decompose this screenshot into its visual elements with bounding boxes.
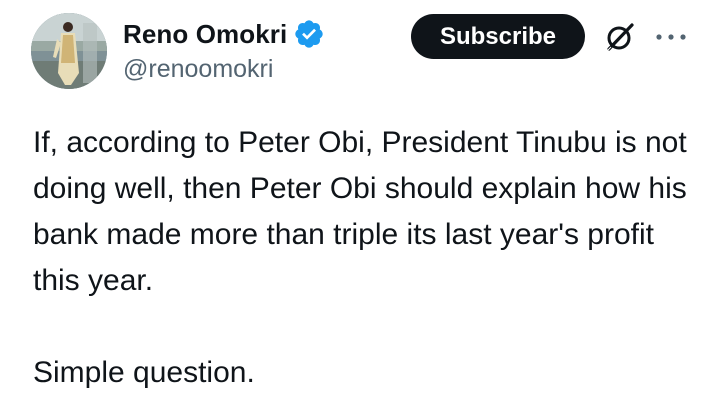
grok-icon[interactable]: [603, 20, 637, 54]
subscribe-button[interactable]: Subscribe: [411, 14, 585, 59]
tweet-text: If, according to Peter Obi, President Ti…: [33, 120, 703, 396]
author-display-name[interactable]: Reno Omokri: [123, 19, 287, 50]
tweet-card: Reno Omokri @renoomokri Subscribe If, ac…: [0, 0, 720, 413]
name-row: Reno Omokri: [123, 14, 325, 54]
tweet-paragraph: Simple question.: [33, 356, 255, 389]
avatar-photo: [31, 13, 107, 89]
author-block: Reno Omokri @renoomokri: [123, 14, 325, 84]
more-options-icon[interactable]: [654, 27, 688, 47]
avatar[interactable]: [31, 13, 107, 89]
author-handle[interactable]: @renoomokri: [123, 55, 325, 84]
tweet-paragraph: If, according to Peter Obi, President Ti…: [33, 126, 687, 297]
verified-badge-icon[interactable]: [293, 18, 325, 50]
